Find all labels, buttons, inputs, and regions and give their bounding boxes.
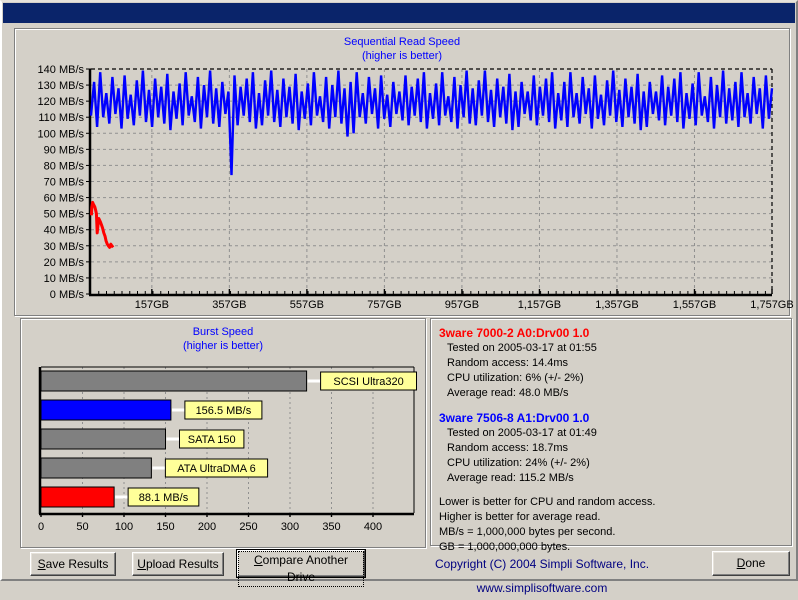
y-axis-label: 30 MB/s (44, 241, 85, 253)
y-axis-label: 70 MB/s (44, 177, 85, 189)
burst-speed-panel: Burst Speed (higher is better) 050100150… (20, 318, 426, 548)
burst-bar (41, 429, 166, 449)
y-axis-label: 130 MB/s (38, 80, 85, 92)
x-axis-label: 1,157GB (518, 299, 561, 311)
drive2-tested: Tested on 2005-03-17 at 01:49 (439, 426, 783, 441)
x-axis-label: 1,357GB (595, 299, 638, 311)
y-axis-label: 0 MB/s (50, 289, 85, 301)
drive1-cpu: CPU utilization: 6% (+/- 2%) (439, 371, 783, 386)
drive1-name: 3ware 7000-2 A0:Drv00 1.0 (439, 325, 783, 341)
compare-mnemonic: C (254, 553, 263, 567)
burst-x-axis-label: 50 (76, 521, 88, 533)
burst-speed-chart: 0 50 100 150 200 250 300 350 400 SCSI Ultra320 156… (21, 319, 423, 545)
burst-bar (41, 400, 171, 420)
y-axis-label: 50 MB/s (44, 209, 85, 221)
burst-x-axis-label: 200 (198, 521, 216, 533)
window-title-bar: HD Tach version 3.0.1.0 - For non-commer… (3, 3, 795, 23)
x-axis-label: 357GB (212, 299, 246, 311)
drive2-avg-read: Average read: 115.2 MB/s (439, 471, 783, 486)
drive2-name: 3ware 7506-8 A1:Drv00 1.0 (439, 410, 783, 426)
copyright-text: Copyright (C) 2004 Simpli Software, Inc.… (380, 552, 704, 576)
x-axis-label: 557GB (290, 299, 324, 311)
x-axis-label: 157GB (135, 299, 169, 311)
drive1-avg-read: Average read: 48.0 MB/s (439, 386, 783, 401)
drive2-cpu: CPU utilization: 24% (+/- 2%) (439, 456, 783, 471)
y-axis-label: 110 MB/s (38, 112, 84, 124)
y-axis-label: 40 MB/s (44, 225, 85, 237)
y-axis-label: 90 MB/s (44, 144, 85, 156)
burst-x-axis-label: 100 (115, 521, 133, 533)
y-axis-label: 10 MB/s (44, 273, 85, 285)
done-mnemonic: D (737, 556, 746, 570)
y-axis-label: 20 MB/s (44, 257, 85, 269)
focus-rectangle: Compare Another Drive (238, 551, 364, 587)
sequential-read-panel: Sequential Read Speed (higher is better)… (14, 28, 790, 316)
done-button[interactable]: Done (712, 551, 790, 576)
drive2-random-access: Random access: 18.7ms (439, 441, 783, 456)
note-higher-better: Higher is better for average read. (439, 510, 783, 525)
y-axis-label: 140 MB/s (38, 64, 85, 76)
burst-bar (41, 487, 114, 507)
bar-label-text: ATA UltraDMA 6 (177, 463, 255, 475)
bar-label-text: SATA 150 (188, 434, 236, 446)
burst-bar (41, 371, 307, 391)
burst-bar (41, 458, 151, 478)
y-axis-label: 100 MB/s (38, 128, 85, 140)
burst-x-axis-label: 350 (322, 521, 340, 533)
drive1-random-access: Random access: 14.4ms (439, 356, 783, 371)
note-lower-better: Lower is better for CPU and random acces… (439, 495, 783, 510)
burst-x-axis-label: 250 (239, 521, 257, 533)
bar-label-text: SCSI Ultra320 (333, 376, 403, 388)
x-axis-label: 1,557GB (673, 299, 716, 311)
y-axis-label: 80 MB/s (44, 160, 85, 172)
hdtach-window: { "window": { "title": "HD Tach version … (0, 0, 798, 581)
read-speed-line-blue (91, 71, 772, 176)
upload-mnemonic: U (137, 557, 146, 571)
burst-x-axis-label: 150 (156, 521, 174, 533)
save-results-button[interactable]: Save Results (30, 552, 116, 576)
upload-label: pload Results (146, 557, 219, 571)
drive1-tested: Tested on 2005-03-17 at 01:55 (439, 341, 783, 356)
upload-results-button[interactable]: Upload Results (132, 552, 224, 576)
compare-label: ompare Another Drive (263, 553, 348, 584)
x-axis-label: 757GB (367, 299, 401, 311)
bar-label-text: 156.5 MB/s (196, 405, 252, 417)
read-speed-line-red (91, 202, 113, 247)
bar-label-text: 88.1 MB/s (139, 492, 189, 504)
note-mbs-definition: MB/s = 1,000,000 bytes per second. (439, 525, 783, 540)
x-axis-label: 1,757GB (750, 299, 793, 311)
results-info-panel: 3ware 7000-2 A0:Drv00 1.0 Tested on 2005… (430, 318, 792, 546)
done-label: one (745, 556, 765, 570)
burst-x-axis-label: 0 (38, 521, 44, 533)
save-mnemonic: S (38, 557, 46, 571)
sequential-read-chart: 0 MB/s 10 MB/s 20 MB/s 30 MB/s 40 MB/s 50 MB/… (15, 29, 787, 311)
burst-x-axis-label: 400 (364, 521, 382, 533)
y-axis-label: 60 MB/s (44, 193, 85, 205)
x-axis-label: 957GB (445, 299, 479, 311)
save-label: ave Results (46, 557, 109, 571)
burst-x-axis-label: 300 (281, 521, 299, 533)
y-axis-label: 120 MB/s (38, 96, 85, 108)
compare-another-drive-button[interactable]: Compare Another Drive (237, 550, 365, 577)
